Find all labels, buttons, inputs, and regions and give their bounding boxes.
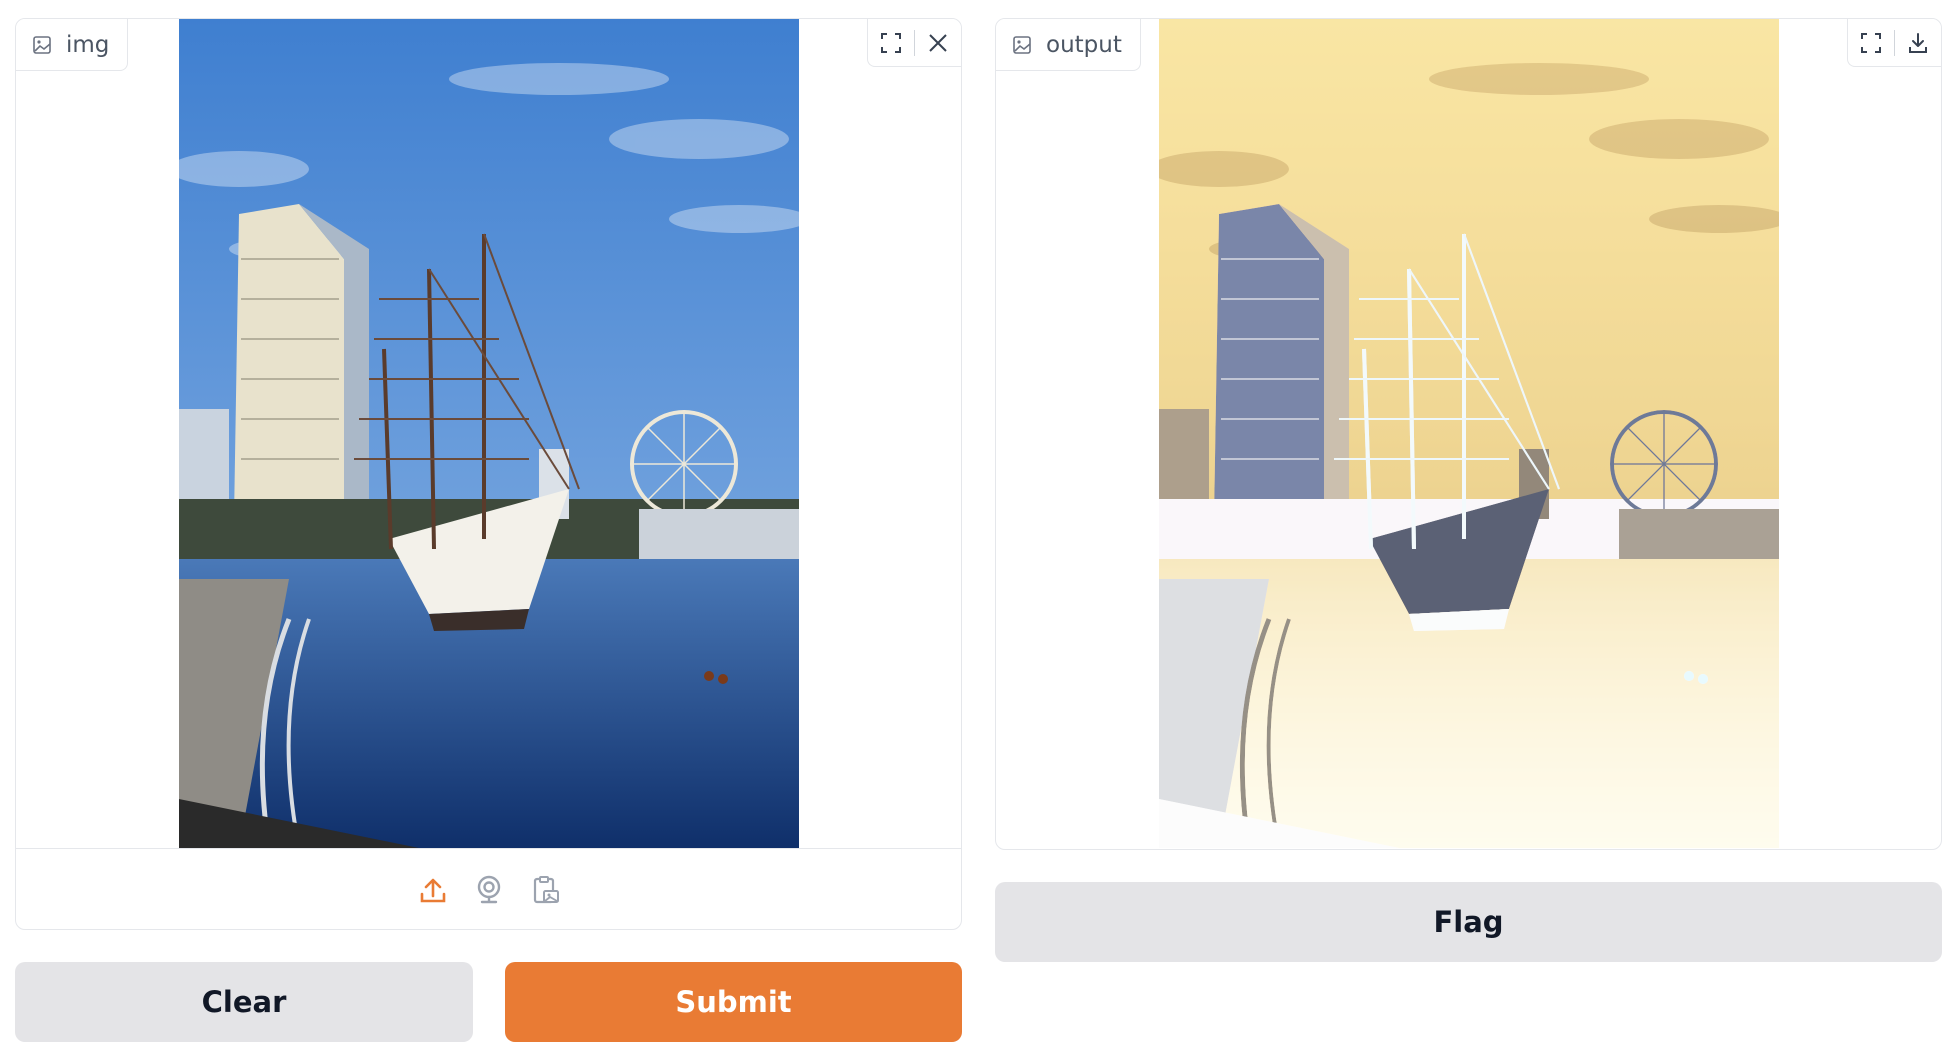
submit-button[interactable]: Submit	[505, 962, 962, 1042]
fullscreen-button[interactable]	[868, 20, 914, 66]
fullscreen-icon	[881, 32, 901, 53]
fullscreen-button[interactable]	[1848, 20, 1894, 66]
upload-icon	[420, 878, 445, 902]
image-source-bar	[16, 848, 961, 929]
input-image	[179, 19, 799, 848]
image-icon	[33, 35, 51, 54]
output-label-tag: output	[996, 19, 1141, 71]
download-icon	[1909, 32, 1927, 53]
download-button[interactable]	[1895, 20, 1941, 66]
upload-source-button[interactable]	[416, 873, 450, 907]
webcam-source-button[interactable]	[472, 873, 506, 907]
input-image-area[interactable]	[16, 19, 961, 848]
output-image-panel: output	[995, 18, 1942, 850]
input-image-panel: img	[15, 18, 962, 930]
input-image-toolbar	[867, 19, 961, 67]
input-label-tag: img	[16, 19, 129, 71]
output-image-area	[996, 19, 1941, 848]
clear-button[interactable]: Clear	[15, 962, 473, 1042]
flag-button[interactable]: Flag	[995, 882, 1942, 962]
input-label: img	[66, 31, 110, 58]
output-image	[1159, 19, 1779, 848]
clear-image-button[interactable]	[915, 20, 961, 66]
close-icon	[929, 33, 947, 52]
output-image-toolbar	[1847, 19, 1941, 67]
clipboard-source-button[interactable]	[528, 873, 562, 907]
fullscreen-icon	[1861, 32, 1881, 53]
clipboard-icon	[533, 875, 559, 903]
image-icon	[1013, 35, 1031, 54]
webcam-icon	[477, 875, 500, 903]
output-label: output	[1046, 31, 1122, 58]
